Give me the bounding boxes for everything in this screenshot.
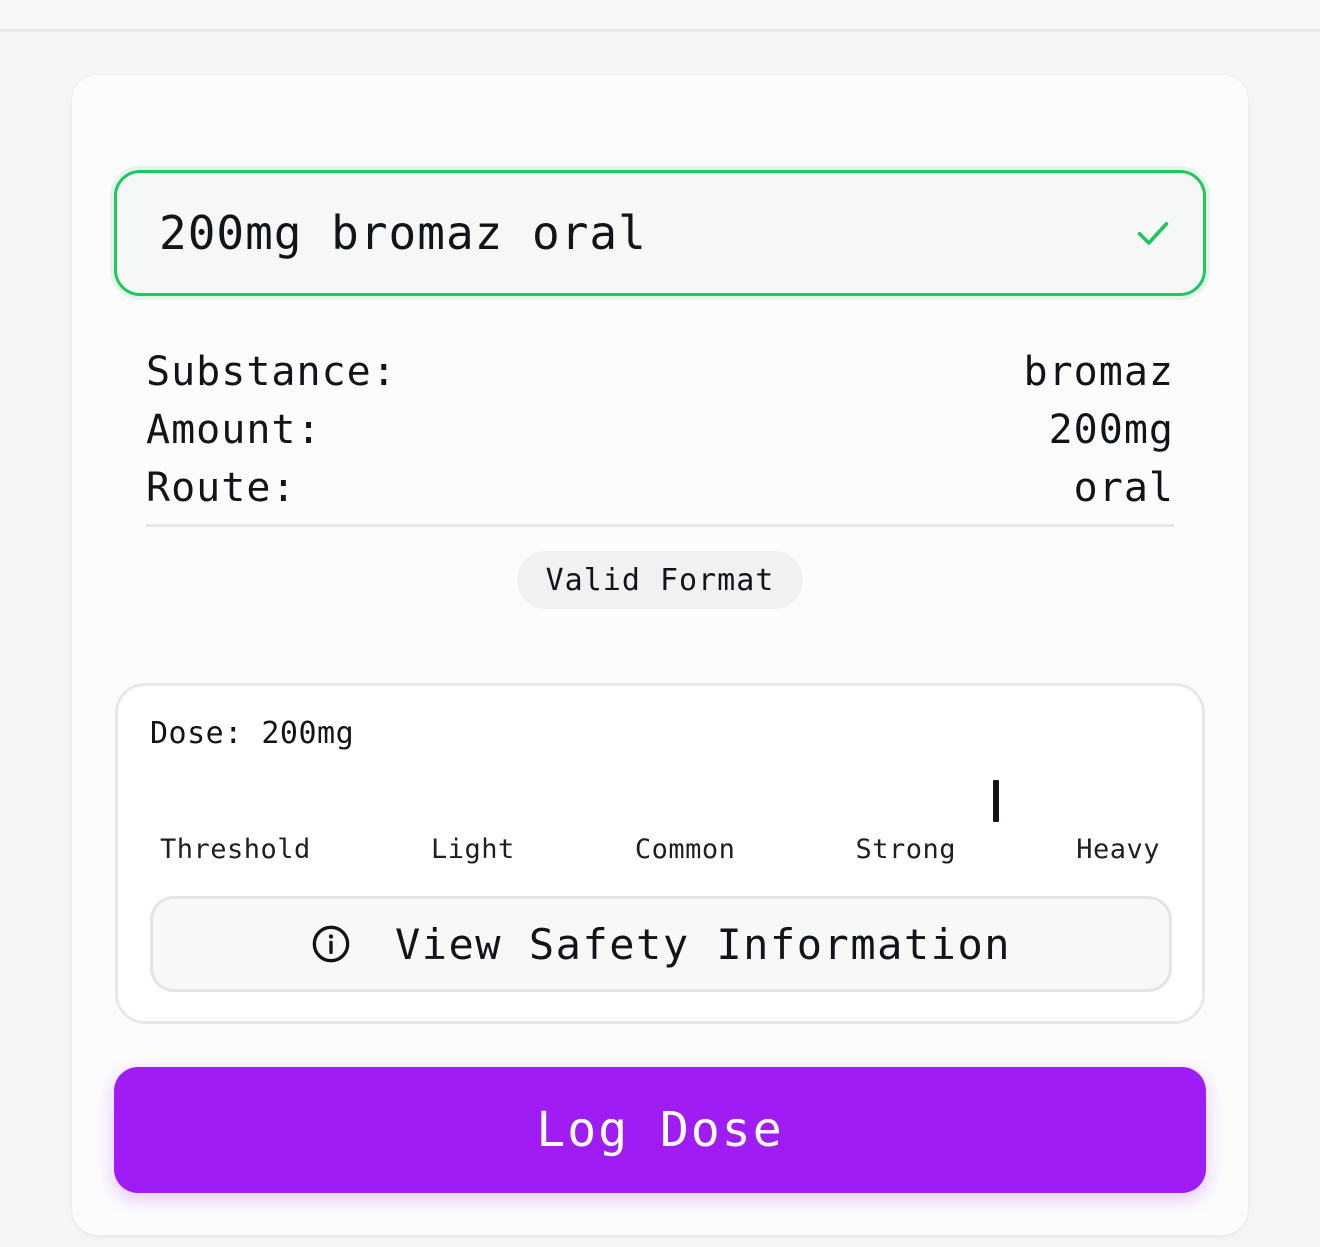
scale-label-strong: Strong: [855, 834, 957, 865]
top-bar: [0, 0, 1320, 32]
substance-label: Substance:: [146, 349, 397, 395]
log-dose-label: Log Dose: [536, 1102, 784, 1158]
dose-input-container[interactable]: [114, 170, 1206, 296]
parsed-dose-summary: Substance: bromaz Amount: 200mg Route: o…: [146, 343, 1174, 527]
scale-label-light: Light: [430, 834, 515, 865]
view-safety-info-label: View Safety Information: [394, 919, 1012, 969]
dose-entry-card: Substance: bromaz Amount: 200mg Route: o…: [72, 75, 1248, 1235]
scale-label-threshold: Threshold: [160, 834, 311, 865]
valid-format-badge: Valid Format: [517, 551, 803, 609]
dose-scale: Threshold Light Common Strong Heavy: [160, 834, 1160, 874]
dose-input[interactable]: [159, 173, 1059, 293]
amount-label: Amount:: [146, 407, 322, 453]
route-value: oral: [1073, 465, 1174, 511]
dose-value: 200mg: [261, 716, 355, 751]
check-icon: [1137, 222, 1169, 245]
scale-label-heavy: Heavy: [1076, 834, 1160, 865]
dose-range-panel: Dose: 200mg Threshold Light Common Stron…: [115, 683, 1205, 1024]
substance-row: Substance: bromaz: [146, 343, 1174, 401]
route-row: Route: oral: [146, 459, 1174, 517]
amount-row: Amount: 200mg: [146, 401, 1174, 459]
dose-label: Dose: 200mg: [150, 716, 354, 751]
log-dose-button[interactable]: Log Dose: [114, 1067, 1206, 1193]
amount-value: 200mg: [1048, 407, 1174, 453]
substance-value: bromaz: [1023, 349, 1174, 395]
route-label: Route:: [146, 465, 297, 511]
scale-label-common: Common: [634, 834, 736, 865]
valid-format-label: Valid Format: [545, 562, 775, 598]
dose-position-marker: [993, 780, 999, 822]
info-icon: [312, 925, 350, 963]
view-safety-info-button[interactable]: View Safety Information: [150, 896, 1172, 992]
dose-prefix: Dose:: [150, 716, 243, 751]
